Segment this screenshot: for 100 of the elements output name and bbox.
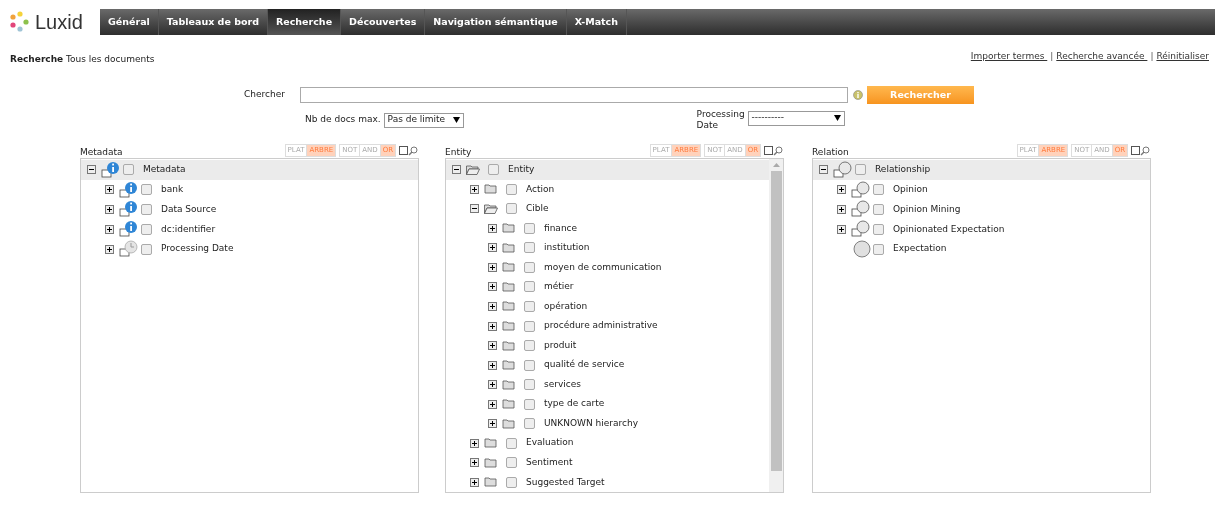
checkbox[interactable] bbox=[873, 223, 884, 235]
select-all-icon[interactable] bbox=[1131, 146, 1140, 155]
checkbox[interactable] bbox=[506, 437, 517, 449]
tree-item-label[interactable]: moyen de communication bbox=[544, 260, 662, 275]
checkbox[interactable] bbox=[524, 281, 535, 293]
tree-item-label[interactable]: Opinion Mining bbox=[893, 202, 961, 217]
checkbox[interactable] bbox=[873, 204, 884, 215]
tree-item-label[interactable]: institution bbox=[544, 241, 590, 255]
checkbox[interactable] bbox=[506, 476, 517, 488]
filter-dropdown[interactable]: ---------- bbox=[747, 110, 845, 126]
expand-icon[interactable] bbox=[488, 282, 497, 292]
checkbox[interactable] bbox=[524, 320, 535, 332]
collapse-icon[interactable] bbox=[470, 204, 479, 214]
tree-item-label[interactable]: métier bbox=[544, 280, 574, 294]
expand-icon[interactable] bbox=[837, 205, 846, 214]
expand-icon[interactable] bbox=[470, 458, 479, 468]
tree-item-label[interactable]: procédure administrative bbox=[544, 319, 658, 333]
expand-icon[interactable] bbox=[470, 477, 479, 487]
nav-tab[interactable]: X-Match bbox=[566, 9, 627, 35]
expand-icon[interactable] bbox=[105, 224, 114, 234]
nav-tab[interactable]: Navigation sémantique bbox=[425, 9, 567, 35]
expand-icon[interactable] bbox=[837, 185, 846, 195]
tree-item-label[interactable]: UNKNOWN hierarchy bbox=[544, 416, 638, 431]
checkbox[interactable] bbox=[141, 223, 152, 235]
checkbox[interactable] bbox=[141, 243, 152, 255]
tree-item-label[interactable]: finance bbox=[544, 221, 578, 236]
tree-item-label[interactable]: type de carte bbox=[544, 397, 605, 411]
collapse-icon[interactable] bbox=[452, 165, 461, 175]
expand-icon[interactable] bbox=[488, 262, 497, 272]
scrollbar[interactable] bbox=[769, 159, 783, 492]
checkbox[interactable] bbox=[506, 457, 517, 469]
search-icon[interactable] bbox=[408, 145, 418, 156]
checkbox[interactable] bbox=[524, 340, 535, 352]
expand-icon[interactable] bbox=[488, 302, 497, 311]
checkbox[interactable] bbox=[855, 164, 866, 176]
checkbox[interactable] bbox=[524, 301, 535, 312]
checkbox[interactable] bbox=[524, 261, 535, 273]
tree-item-label[interactable]: Processing Date bbox=[161, 242, 234, 256]
tree-item-label[interactable]: Relationship bbox=[875, 163, 931, 177]
tree-item-label[interactable]: qualité de service bbox=[544, 358, 625, 372]
checkbox[interactable] bbox=[873, 184, 884, 196]
tree-item-label[interactable]: Opinion bbox=[893, 182, 928, 197]
select-all-icon[interactable] bbox=[764, 146, 773, 155]
tree-item-label[interactable]: Evaluation bbox=[526, 436, 574, 450]
filter-dropdown[interactable]: Pas de limite bbox=[383, 112, 464, 128]
top-link[interactable]: Réinitialiser bbox=[1156, 50, 1209, 64]
expand-icon[interactable] bbox=[488, 419, 497, 429]
expand-icon[interactable] bbox=[105, 205, 114, 214]
checkbox[interactable] bbox=[873, 243, 884, 255]
search-icon[interactable] bbox=[773, 145, 783, 156]
tree-item-label[interactable]: Expectation bbox=[893, 242, 947, 256]
checkbox[interactable] bbox=[524, 359, 535, 371]
tree-item-label[interactable]: opération bbox=[544, 299, 588, 314]
checkbox[interactable] bbox=[123, 164, 134, 176]
tree-item-label[interactable]: dc:identifier bbox=[161, 222, 216, 237]
expand-icon[interactable] bbox=[105, 185, 114, 195]
scroll-thumb[interactable] bbox=[770, 171, 782, 471]
checkbox[interactable] bbox=[524, 242, 535, 254]
expand-icon[interactable] bbox=[488, 380, 497, 390]
top-link[interactable]: Importer termes bbox=[970, 50, 1048, 64]
collapse-icon[interactable] bbox=[819, 165, 828, 175]
expand-icon[interactable] bbox=[488, 223, 497, 233]
tree-item-label[interactable]: Data Source bbox=[161, 202, 217, 217]
search-field[interactable] bbox=[300, 87, 848, 103]
tree-item-label[interactable]: Metadata bbox=[143, 163, 186, 177]
tree-item-label[interactable]: Sentiment bbox=[526, 456, 573, 470]
tree-item-label[interactable]: Suggested Target bbox=[526, 475, 605, 489]
info-icon[interactable] bbox=[853, 90, 863, 100]
checkbox[interactable] bbox=[141, 204, 152, 215]
expand-icon[interactable] bbox=[837, 224, 846, 234]
tree-item-label[interactable]: Opinionated Expectation bbox=[893, 222, 1005, 237]
tree-item-label[interactable]: Action bbox=[526, 182, 555, 197]
checkbox[interactable] bbox=[524, 418, 535, 430]
checkbox[interactable] bbox=[506, 203, 517, 215]
expand-icon[interactable] bbox=[470, 438, 479, 448]
checkbox[interactable] bbox=[488, 164, 499, 176]
nav-tab[interactable]: Découvertes bbox=[341, 9, 426, 35]
select-all-icon[interactable] bbox=[399, 146, 408, 155]
tree-item-label[interactable]: Entity bbox=[508, 163, 535, 177]
expand-icon[interactable] bbox=[488, 341, 497, 351]
checkbox[interactable] bbox=[524, 222, 535, 234]
tree-item-label[interactable]: Cible bbox=[526, 202, 549, 216]
nav-tab[interactable]: Général bbox=[100, 9, 159, 35]
expand-icon[interactable] bbox=[488, 243, 497, 253]
checkbox[interactable] bbox=[506, 183, 517, 195]
checkbox[interactable] bbox=[524, 398, 535, 410]
expand-icon[interactable] bbox=[488, 399, 497, 409]
nav-tab[interactable]: Recherche bbox=[267, 9, 342, 35]
tree-item-label[interactable]: bank bbox=[161, 182, 184, 197]
checkbox[interactable] bbox=[524, 379, 535, 391]
search-icon[interactable] bbox=[1140, 145, 1150, 156]
expand-icon[interactable] bbox=[488, 321, 497, 331]
checkbox[interactable] bbox=[141, 184, 152, 196]
nav-tab[interactable]: Tableaux de bord bbox=[158, 9, 268, 35]
collapse-icon[interactable] bbox=[87, 165, 96, 175]
tree-item-label[interactable]: produit bbox=[544, 338, 577, 353]
expand-icon[interactable] bbox=[470, 184, 479, 194]
top-link[interactable]: Recherche avancée bbox=[1056, 50, 1148, 64]
tree-item-label[interactable]: services bbox=[544, 377, 581, 392]
expand-icon[interactable] bbox=[488, 360, 497, 370]
